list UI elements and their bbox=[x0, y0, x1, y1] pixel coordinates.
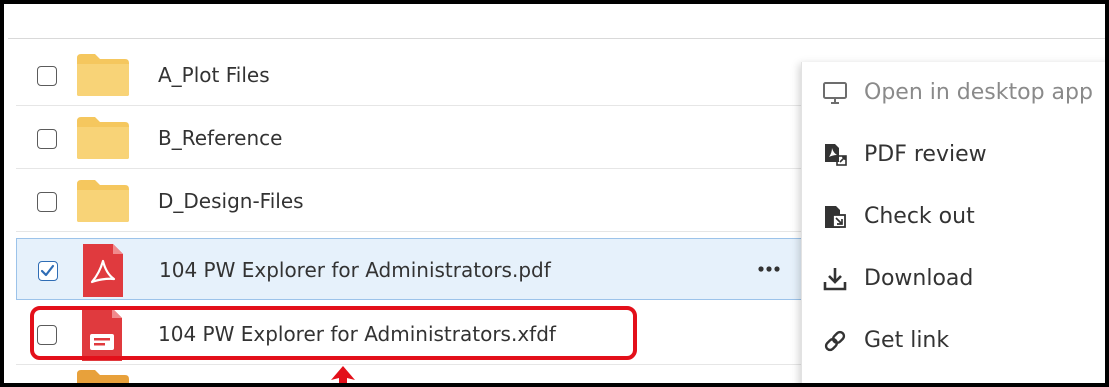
menu-item-pdf-review[interactable]: PDF review bbox=[802, 124, 1105, 186]
check-out-icon bbox=[825, 206, 846, 228]
menu-item-get-link[interactable]: Get link bbox=[802, 310, 1105, 372]
monitor-icon bbox=[823, 82, 847, 104]
more-actions-button[interactable] bbox=[752, 257, 786, 281]
row-checkbox-checked[interactable] bbox=[38, 261, 58, 281]
callout-arrow-icon bbox=[331, 366, 355, 383]
callout-highlight-box bbox=[30, 306, 637, 360]
folder-icon bbox=[77, 54, 129, 96]
file-name[interactable]: 104 PW Explorer for Administrators.pdf bbox=[159, 239, 551, 301]
row-checkbox[interactable] bbox=[37, 192, 57, 212]
menu-item-download[interactable]: Download bbox=[802, 248, 1105, 310]
context-menu: Open in desktop app PDF review Check out bbox=[801, 62, 1105, 383]
ellipsis-icon bbox=[758, 266, 780, 272]
header-divider bbox=[8, 38, 1105, 39]
file-name[interactable]: A_Plot Files bbox=[158, 44, 270, 106]
folder-icon bbox=[77, 180, 129, 222]
menu-item-check-out[interactable]: Check out bbox=[802, 186, 1105, 248]
screenshot-frame: A_Plot Files B_Reference D_Design-Files bbox=[0, 0, 1109, 387]
download-icon bbox=[823, 268, 847, 291]
pdf-review-icon bbox=[825, 144, 847, 166]
row-checkbox[interactable] bbox=[37, 66, 57, 86]
link-icon bbox=[824, 330, 846, 352]
pdf-file-icon bbox=[83, 244, 123, 297]
checkmark-icon bbox=[40, 264, 55, 277]
menu-item-open-desktop[interactable]: Open in desktop app bbox=[802, 62, 1105, 124]
header-area bbox=[8, 8, 1105, 38]
file-name[interactable]: D_Design-Files bbox=[158, 170, 304, 232]
file-name[interactable]: B_Reference bbox=[158, 107, 282, 169]
folder-icon-partial bbox=[77, 370, 129, 383]
row-checkbox[interactable] bbox=[37, 129, 57, 149]
folder-icon bbox=[77, 117, 129, 159]
